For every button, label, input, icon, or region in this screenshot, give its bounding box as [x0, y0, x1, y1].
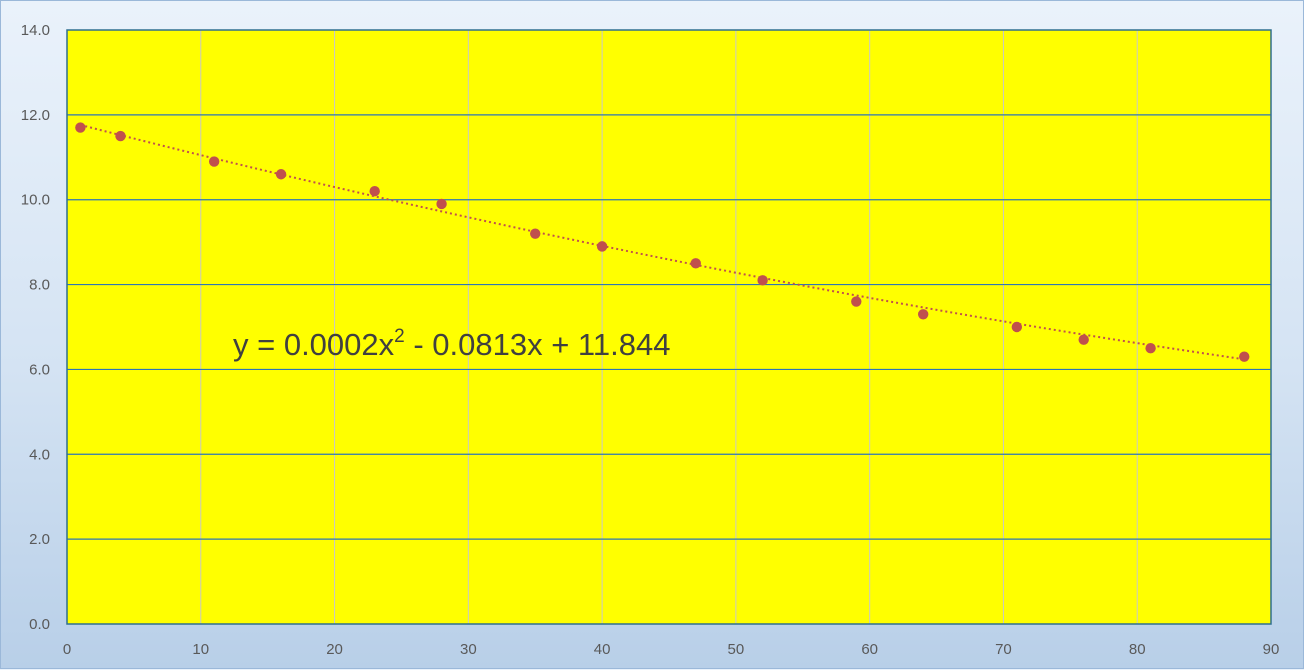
data-point	[1145, 343, 1156, 354]
y-tick-label: 2.0	[29, 531, 50, 548]
x-tick-label: 60	[861, 641, 878, 658]
x-tick-label: 10	[192, 641, 209, 658]
x-tick-label: 0	[63, 641, 71, 658]
x-tick-label: 70	[995, 641, 1012, 658]
data-point	[851, 296, 862, 307]
equation-part-1: y = 0.0002x	[233, 327, 395, 362]
x-tick-label: 20	[326, 641, 343, 658]
y-tick-label: 0.0	[29, 616, 50, 633]
y-tick-label: 12.0	[21, 107, 50, 124]
equation-part-2: - 0.0813x + 11.844	[405, 327, 671, 362]
y-tick-label: 8.0	[29, 277, 50, 294]
data-point	[1239, 351, 1250, 362]
x-tick-label: 50	[728, 641, 745, 658]
trendline-equation: y = 0.0002x2 - 0.0813x + 11.844	[233, 326, 670, 362]
y-tick-label: 6.0	[29, 361, 50, 378]
data-point	[436, 198, 447, 210]
data-point	[690, 258, 701, 269]
data-point	[596, 241, 608, 252]
data-point	[530, 228, 541, 239]
data-point	[1078, 334, 1089, 345]
data-point	[917, 309, 929, 320]
x-tick-label: 90	[1263, 641, 1280, 658]
data-point	[208, 156, 220, 167]
data-point	[275, 169, 287, 180]
y-tick-label: 10.0	[21, 192, 50, 209]
data-point	[115, 130, 126, 142]
chart-frame: 0 10 20 30 40 50 60 70 80 90 0.0 2.0 4.0 6.0 8.0 10.0 1…	[0, 0, 1304, 669]
y-tick-label: 14.0	[21, 22, 50, 39]
x-axis-tick-labels: 0 10 20 30 40 50 60 70 80 90	[63, 641, 1280, 658]
scatter-chart: 0 10 20 30 40 50 60 70 80 90 0.0 2.0 4.0 6.0 8.0 10.0 1…	[21, 22, 1280, 658]
data-point	[75, 122, 86, 133]
y-tick-label: 4.0	[29, 446, 50, 463]
data-point	[1011, 321, 1023, 333]
x-tick-label: 80	[1129, 641, 1146, 658]
x-tick-label: 40	[594, 641, 611, 658]
equation-exponent: 2	[394, 326, 405, 347]
y-axis-tick-labels: 0.0 2.0 4.0 6.0 8.0 10.0 12.0 14.0	[21, 22, 50, 633]
x-tick-label: 30	[460, 641, 477, 658]
data-point	[757, 275, 768, 286]
data-point	[369, 186, 380, 197]
